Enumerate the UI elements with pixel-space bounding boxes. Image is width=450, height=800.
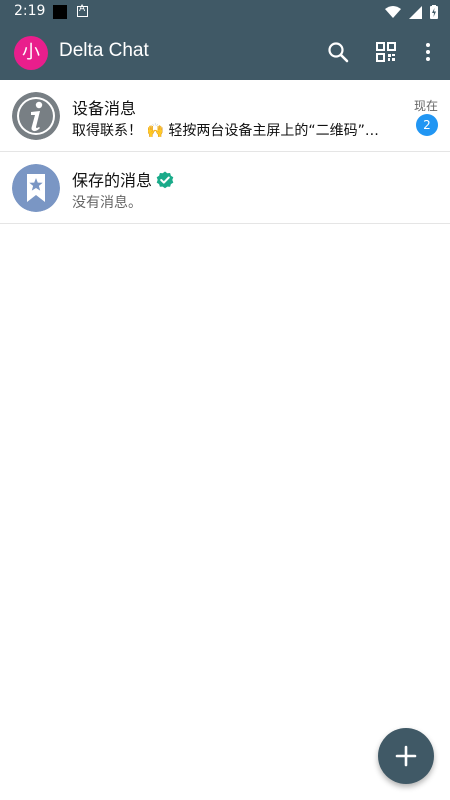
unread-badge: 2 bbox=[416, 114, 438, 136]
chat-list: 设备消息 取得联系！ 🙌 轻按两台设备主屏上的“二维码”。 ... 现在 2 保… bbox=[0, 80, 450, 224]
more-options-icon[interactable] bbox=[416, 40, 440, 64]
chat-preview: 没有消息。 bbox=[72, 195, 142, 211]
qr-code-icon[interactable] bbox=[374, 40, 398, 64]
chat-item-saved-messages[interactable]: 保存的消息 没有消息。 bbox=[0, 152, 450, 224]
my-avatar[interactable]: 小 bbox=[14, 36, 48, 70]
chat-timestamp: 现在 bbox=[413, 99, 438, 113]
status-icons bbox=[385, 5, 438, 19]
chat-title: 设备消息 bbox=[72, 99, 137, 118]
signal-icon bbox=[409, 5, 422, 19]
chat-item-device-messages[interactable]: 设备消息 取得联系！ 🙌 轻按两台设备主屏上的“二维码”。 ... 现在 2 bbox=[0, 80, 450, 152]
saved-messages-avatar-icon bbox=[12, 164, 60, 212]
notification-square-icon bbox=[53, 5, 67, 19]
new-chat-button[interactable] bbox=[378, 728, 434, 784]
info-avatar-icon bbox=[12, 92, 60, 140]
battery-charging-icon bbox=[430, 5, 438, 19]
status-bar: 2:19 bbox=[0, 0, 450, 24]
app-bar: 小 Delta Chat bbox=[0, 24, 450, 80]
chat-title: 保存的消息 bbox=[72, 167, 174, 191]
app-title: Delta Chat bbox=[59, 40, 149, 61]
chat-title-text: 保存的消息 bbox=[72, 171, 153, 190]
plus-icon bbox=[395, 745, 417, 767]
status-time: 2:19 bbox=[14, 3, 46, 19]
wifi-icon bbox=[385, 5, 401, 18]
search-icon[interactable] bbox=[326, 40, 350, 64]
verified-icon bbox=[156, 171, 174, 189]
notification-a-icon bbox=[77, 4, 88, 17]
chat-preview: 取得联系！ 🙌 轻按两台设备主屏上的“二维码”。 ... bbox=[72, 123, 390, 139]
